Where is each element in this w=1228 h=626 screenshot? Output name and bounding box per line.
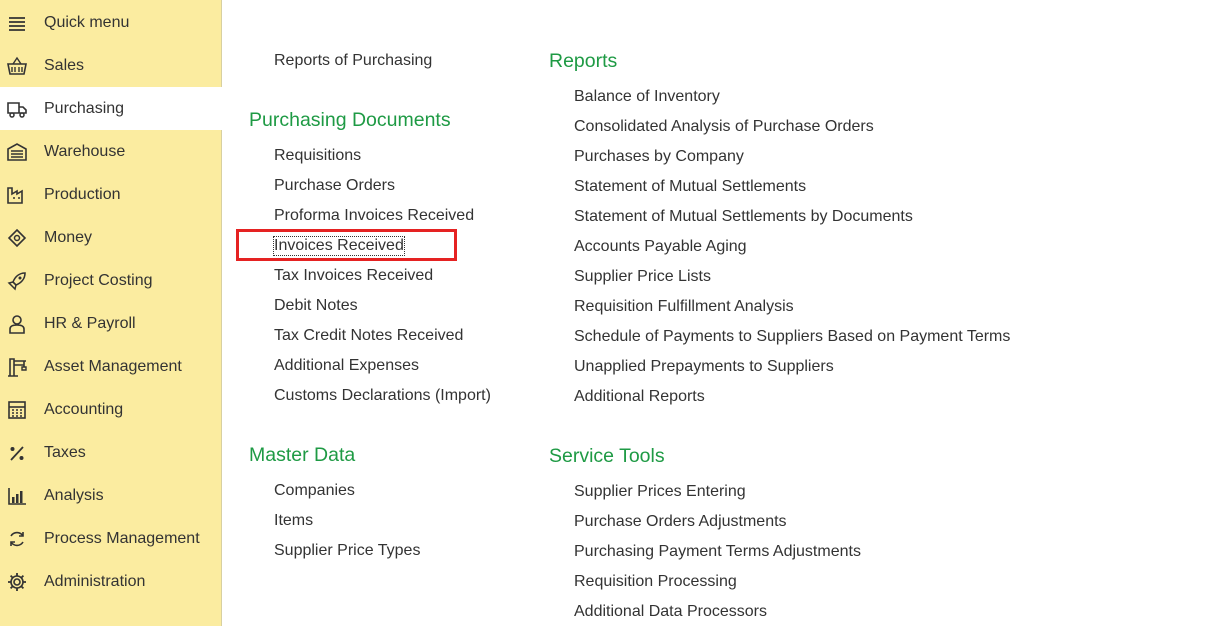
link-statement-of-mutual-settlements[interactable]: Statement of Mutual Settlements: [574, 178, 806, 196]
link-tax-invoices-received[interactable]: Tax Invoices Received: [274, 267, 433, 285]
link-customs-declarations[interactable]: Customs Declarations (Import): [274, 387, 491, 405]
sidebar-item-administration[interactable]: Administration: [0, 560, 222, 603]
sidebar-item-quick-menu[interactable]: Quick menu: [0, 1, 222, 44]
money-icon: [6, 227, 28, 249]
sidebar-item-project-costing[interactable]: Project Costing: [0, 259, 222, 302]
sidebar-item-label: Administration: [44, 572, 146, 590]
link-supplier-price-lists[interactable]: Supplier Price Lists: [574, 268, 711, 286]
rocket-icon: [6, 270, 28, 292]
sidebar-item-analysis[interactable]: Analysis: [0, 474, 222, 517]
link-unapplied-prepayments-to-suppliers[interactable]: Unapplied Prepayments to Suppliers: [574, 358, 834, 376]
sidebar-item-label: Process Management: [44, 529, 200, 547]
group-title-master-data: Master Data: [249, 444, 356, 466]
sidebar-item-label: HR & Payroll: [44, 314, 136, 332]
sidebar-item-asset-management[interactable]: Asset Management: [0, 345, 222, 388]
sidebar-item-production[interactable]: Production: [0, 173, 222, 216]
gear-icon: [6, 571, 28, 593]
sidebar-item-label: Money: [44, 228, 93, 246]
sidebar-item-label: Asset Management: [44, 357, 182, 375]
link-balance-of-inventory[interactable]: Balance of Inventory: [574, 88, 720, 106]
basket-icon: [6, 55, 28, 77]
link-proforma-invoices-received[interactable]: Proforma Invoices Received: [274, 207, 474, 225]
link-statement-of-mutual-settlements-by-documents[interactable]: Statement of Mutual Settlements by Docum…: [574, 208, 913, 226]
group-title-purchasing-documents: Purchasing Documents: [249, 109, 451, 131]
calculator-icon: [6, 399, 28, 421]
link-additional-expenses[interactable]: Additional Expenses: [274, 357, 419, 375]
link-requisitions[interactable]: Requisitions: [274, 147, 361, 165]
sidebar-item-money[interactable]: Money: [0, 216, 222, 259]
sidebar-item-label: Project Costing: [44, 271, 153, 289]
sidebar: Quick menu Sales Purchasing Warehouse Pr…: [0, 0, 223, 626]
sidebar-item-label: Production: [44, 185, 121, 203]
link-reports-of-purchasing[interactable]: Reports of Purchasing: [274, 52, 432, 70]
factory-icon: [6, 184, 28, 206]
person-icon: [6, 313, 28, 335]
sidebar-item-taxes[interactable]: Taxes: [0, 431, 222, 474]
link-debit-notes[interactable]: Debit Notes: [274, 297, 358, 315]
sidebar-item-label: Accounting: [44, 400, 124, 418]
sidebar-item-purchasing[interactable]: Purchasing: [0, 87, 223, 130]
sidebar-item-warehouse[interactable]: Warehouse: [0, 130, 222, 173]
link-purchases-by-company[interactable]: Purchases by Company: [574, 148, 744, 166]
percent-icon: [6, 442, 28, 464]
link-companies[interactable]: Companies: [274, 482, 355, 500]
group-title-reports: Reports: [549, 50, 618, 72]
sidebar-item-hr-payroll[interactable]: HR & Payroll: [0, 302, 222, 345]
sidebar-item-label: Purchasing: [44, 99, 125, 117]
sidebar-item-label: Quick menu: [44, 13, 130, 31]
link-purchase-orders-adjustments[interactable]: Purchase Orders Adjustments: [574, 513, 787, 531]
link-invoices-received[interactable]: Invoices Received: [273, 236, 405, 256]
link-purchasing-payment-terms-adjustments[interactable]: Purchasing Payment Terms Adjustments: [574, 543, 861, 561]
bar-chart-icon: [6, 485, 28, 507]
sidebar-item-label: Warehouse: [44, 142, 126, 160]
cycle-icon: [6, 528, 28, 550]
sidebar-item-label: Sales: [44, 56, 85, 74]
link-tax-credit-notes-received[interactable]: Tax Credit Notes Received: [274, 327, 463, 345]
link-additional-reports[interactable]: Additional Reports: [574, 388, 705, 406]
link-consolidated-analysis-of-purchase-orders[interactable]: Consolidated Analysis of Purchase Orders: [574, 118, 874, 136]
link-requisition-fulfillment-analysis[interactable]: Requisition Fulfillment Analysis: [574, 298, 794, 316]
link-supplier-price-types[interactable]: Supplier Price Types: [274, 542, 420, 560]
link-accounts-payable-aging[interactable]: Accounts Payable Aging: [574, 238, 747, 256]
sidebar-item-process-management[interactable]: Process Management: [0, 517, 222, 560]
warehouse-icon: [6, 141, 28, 163]
link-additional-data-processors[interactable]: Additional Data Processors: [574, 603, 767, 621]
link-schedule-of-payments-to-suppliers[interactable]: Schedule of Payments to Suppliers Based …: [574, 328, 1010, 346]
crane-icon: [6, 356, 28, 378]
link-supplier-prices-entering[interactable]: Supplier Prices Entering: [574, 483, 746, 501]
link-purchase-orders[interactable]: Purchase Orders: [274, 177, 395, 195]
group-title-service-tools: Service Tools: [549, 445, 665, 467]
link-requisition-processing[interactable]: Requisition Processing: [574, 573, 737, 591]
sidebar-item-label: Taxes: [44, 443, 86, 461]
link-items[interactable]: Items: [274, 512, 313, 530]
truck-icon: [6, 98, 28, 120]
menu-icon: [6, 12, 28, 34]
sidebar-item-label: Analysis: [44, 486, 104, 504]
sidebar-item-sales[interactable]: Sales: [0, 44, 222, 87]
sidebar-item-accounting[interactable]: Accounting: [0, 388, 222, 431]
